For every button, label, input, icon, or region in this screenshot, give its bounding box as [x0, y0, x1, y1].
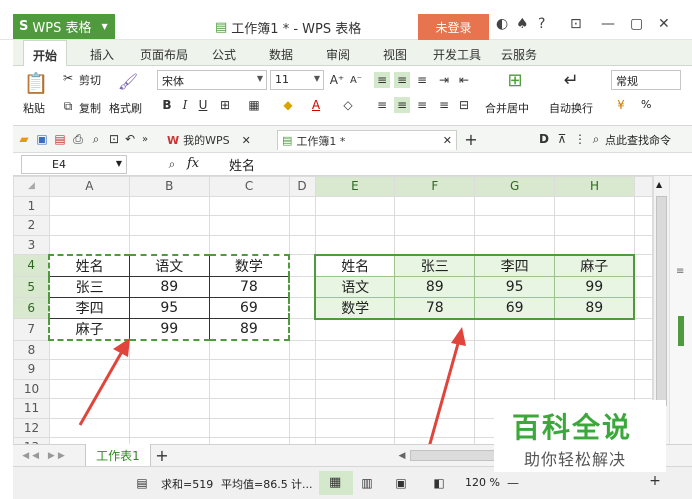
- scroll-left-icon[interactable]: ◀: [396, 448, 408, 464]
- status-more[interactable]: 计...: [291, 476, 313, 492]
- normal-view-button[interactable]: ▦: [319, 471, 353, 495]
- status-doc-icon: ▤: [136, 476, 148, 490]
- arrow-left: [78, 347, 126, 426]
- status-average: 平均值=86.5: [221, 478, 288, 491]
- reading-mode-icon[interactable]: ◧: [431, 475, 447, 491]
- sheet-tab-1[interactable]: 工作表1: [85, 444, 151, 467]
- arrow-right: [424, 339, 461, 459]
- watermark-title: 百科全说: [512, 411, 633, 444]
- page-layout-icon[interactable]: ▥: [359, 475, 375, 491]
- normal-view-icon: ▦: [329, 475, 342, 490]
- zoom-in-icon[interactable]: +: [649, 473, 661, 489]
- status-sum: 求和=519: [161, 478, 214, 491]
- sheet-nav-icon[interactable]: ◀◀ ▶▶: [19, 448, 71, 464]
- zoom-out-icon[interactable]: —: [507, 475, 519, 491]
- watermark-subtitle: 助你轻松解决: [524, 450, 627, 469]
- add-sheet-icon[interactable]: +: [155, 446, 169, 465]
- zoom-level[interactable]: 120 %: [465, 476, 500, 489]
- arrow-right-head: [451, 327, 466, 346]
- watermark: 百科全说 助你轻松解决: [494, 400, 666, 472]
- page-break-icon[interactable]: ▣: [393, 475, 409, 491]
